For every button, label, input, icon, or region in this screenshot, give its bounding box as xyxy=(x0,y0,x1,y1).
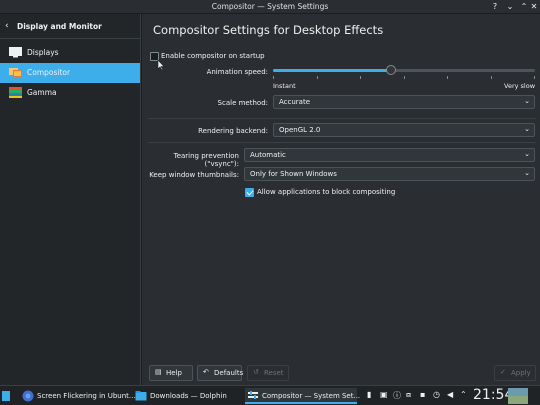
task-dolphin[interactable]: Downloads — Dolphin xyxy=(133,388,243,404)
slider-tick xyxy=(534,76,535,79)
tearing-prevention-select[interactable]: Automatic ⌄ xyxy=(244,148,535,162)
window-title: Compositor — System Settings xyxy=(211,2,329,11)
help-icon[interactable]: ? xyxy=(490,2,500,12)
tearing-prevention-value: Automatic xyxy=(250,151,286,159)
lock-icon[interactable]: ▪ xyxy=(420,390,425,399)
scale-method-label: Scale method: xyxy=(217,99,268,107)
reset-button-label: Reset xyxy=(264,369,284,377)
maximize-icon[interactable]: ⌃ xyxy=(519,2,529,12)
divider xyxy=(148,118,536,119)
help-button[interactable]: ▤ Help xyxy=(149,365,193,381)
compositor-icon xyxy=(9,68,22,77)
sidebar-item-label: Compositor xyxy=(27,68,71,77)
volume-icon[interactable]: ◀ xyxy=(447,390,453,399)
help-button-label: Help xyxy=(166,369,182,377)
scale-method-select[interactable]: Accurate ⌄ xyxy=(273,95,535,109)
sidebar: ‹ Display and Monitor Displays Composito… xyxy=(0,14,141,385)
gamma-icon xyxy=(9,87,22,98)
keep-thumbnails-value: Only for Shown Windows xyxy=(250,170,337,178)
slider-tick xyxy=(404,76,405,79)
device-icon[interactable]: ▮ xyxy=(367,390,371,399)
task-browser[interactable]: Screen Flickering in Ubunt... xyxy=(20,388,136,404)
sidebar-header: ‹ Display and Monitor xyxy=(0,14,140,39)
close-icon[interactable]: ✕ xyxy=(529,2,539,12)
keep-thumbnails-select[interactable]: Only for Shown Windows ⌄ xyxy=(244,167,535,181)
apply-button[interactable]: ✓ Apply xyxy=(494,365,536,381)
page-title: Compositor Settings for Desktop Effects xyxy=(153,23,384,37)
task-system-settings[interactable]: Compositor — System Set... xyxy=(245,388,361,404)
tearing-prevention-label: Tearing prevention ("vsync"): xyxy=(173,152,239,168)
allow-block-checkbox[interactable] xyxy=(245,188,254,197)
defaults-button-label: Defaults xyxy=(214,369,244,377)
enable-compositor-label: Enable compositor on startup xyxy=(161,52,265,60)
keep-thumbnails-label: Keep window thumbnails: xyxy=(149,171,239,179)
chevron-down-icon: ⌄ xyxy=(524,97,530,105)
slider-tick xyxy=(491,76,492,79)
clock-small-icon[interactable]: ◷ xyxy=(433,390,440,399)
task-label: Downloads — Dolphin xyxy=(150,392,227,400)
slider-tick xyxy=(447,76,448,79)
sidebar-item-displays[interactable]: Displays xyxy=(0,43,140,63)
animation-speed-ticks xyxy=(273,76,535,79)
animation-speed-fill xyxy=(273,69,391,72)
rendering-backend-label: Rendering backend: xyxy=(198,127,268,135)
info-icon[interactable]: ⓘ xyxy=(393,390,401,401)
reset-button[interactable]: ↺ Reset xyxy=(247,365,289,381)
defaults-button[interactable]: ↶ Defaults xyxy=(197,365,244,381)
sidebar-item-compositor[interactable]: Compositor xyxy=(0,63,140,83)
task-label: Screen Flickering in Ubunt... xyxy=(37,392,136,400)
scale-method-value: Accurate xyxy=(279,98,311,106)
apply-button-label: Apply xyxy=(511,369,531,377)
slider-tick xyxy=(360,76,361,79)
reset-icon: ↺ xyxy=(253,368,259,376)
animation-speed-handle[interactable] xyxy=(386,65,396,75)
sidebar-item-label: Gamma xyxy=(27,88,57,97)
tray-expand-icon[interactable]: ⌃ xyxy=(460,390,467,399)
check-icon: ✓ xyxy=(500,368,506,376)
mouse-cursor-icon xyxy=(157,59,165,71)
sidebar-item-label: Displays xyxy=(27,48,59,57)
defaults-icon: ↶ xyxy=(203,368,209,376)
help-book-icon: ▤ xyxy=(155,368,162,376)
chevron-down-icon: ⌄ xyxy=(524,169,530,177)
chevron-down-icon: ⌄ xyxy=(524,150,530,158)
slider-tick xyxy=(273,76,274,79)
minimize-icon[interactable]: ⌄ xyxy=(505,2,515,12)
app-launcher-button[interactable] xyxy=(0,388,11,404)
task-label: Compositor — System Set... xyxy=(262,392,361,400)
sidebar-item-gamma[interactable]: Gamma xyxy=(0,83,140,103)
show-desktop-icon[interactable] xyxy=(508,388,528,404)
slider-max-label: Very slow xyxy=(504,82,536,90)
settings-icon xyxy=(248,391,258,399)
network-icon[interactable]: ⧈ xyxy=(406,390,411,400)
allow-block-label: Allow applications to block compositing xyxy=(257,188,396,196)
back-arrow-icon[interactable]: ‹ xyxy=(5,21,9,31)
rendering-backend-value: OpenGL 2.0 xyxy=(279,126,321,134)
clipboard-icon[interactable]: ▣ xyxy=(380,390,388,399)
folder-icon xyxy=(135,391,147,401)
sidebar-header-title: Display and Monitor xyxy=(17,22,102,31)
rendering-backend-select[interactable]: OpenGL 2.0 ⌄ xyxy=(273,123,535,137)
taskbar: Screen Flickering in Ubunt... Downloads … xyxy=(0,385,540,405)
main-panel: Compositor Settings for Desktop Effects … xyxy=(142,14,540,385)
browser-icon xyxy=(22,390,34,402)
monitor-icon xyxy=(9,47,22,58)
title-bar: Compositor — System Settings ? ⌄ ⌃ ✕ xyxy=(0,0,540,14)
slider-tick xyxy=(317,76,318,79)
launcher-icon xyxy=(2,391,10,401)
chevron-down-icon: ⌄ xyxy=(524,125,530,133)
divider xyxy=(148,142,536,143)
slider-min-label: Instant xyxy=(273,82,296,90)
